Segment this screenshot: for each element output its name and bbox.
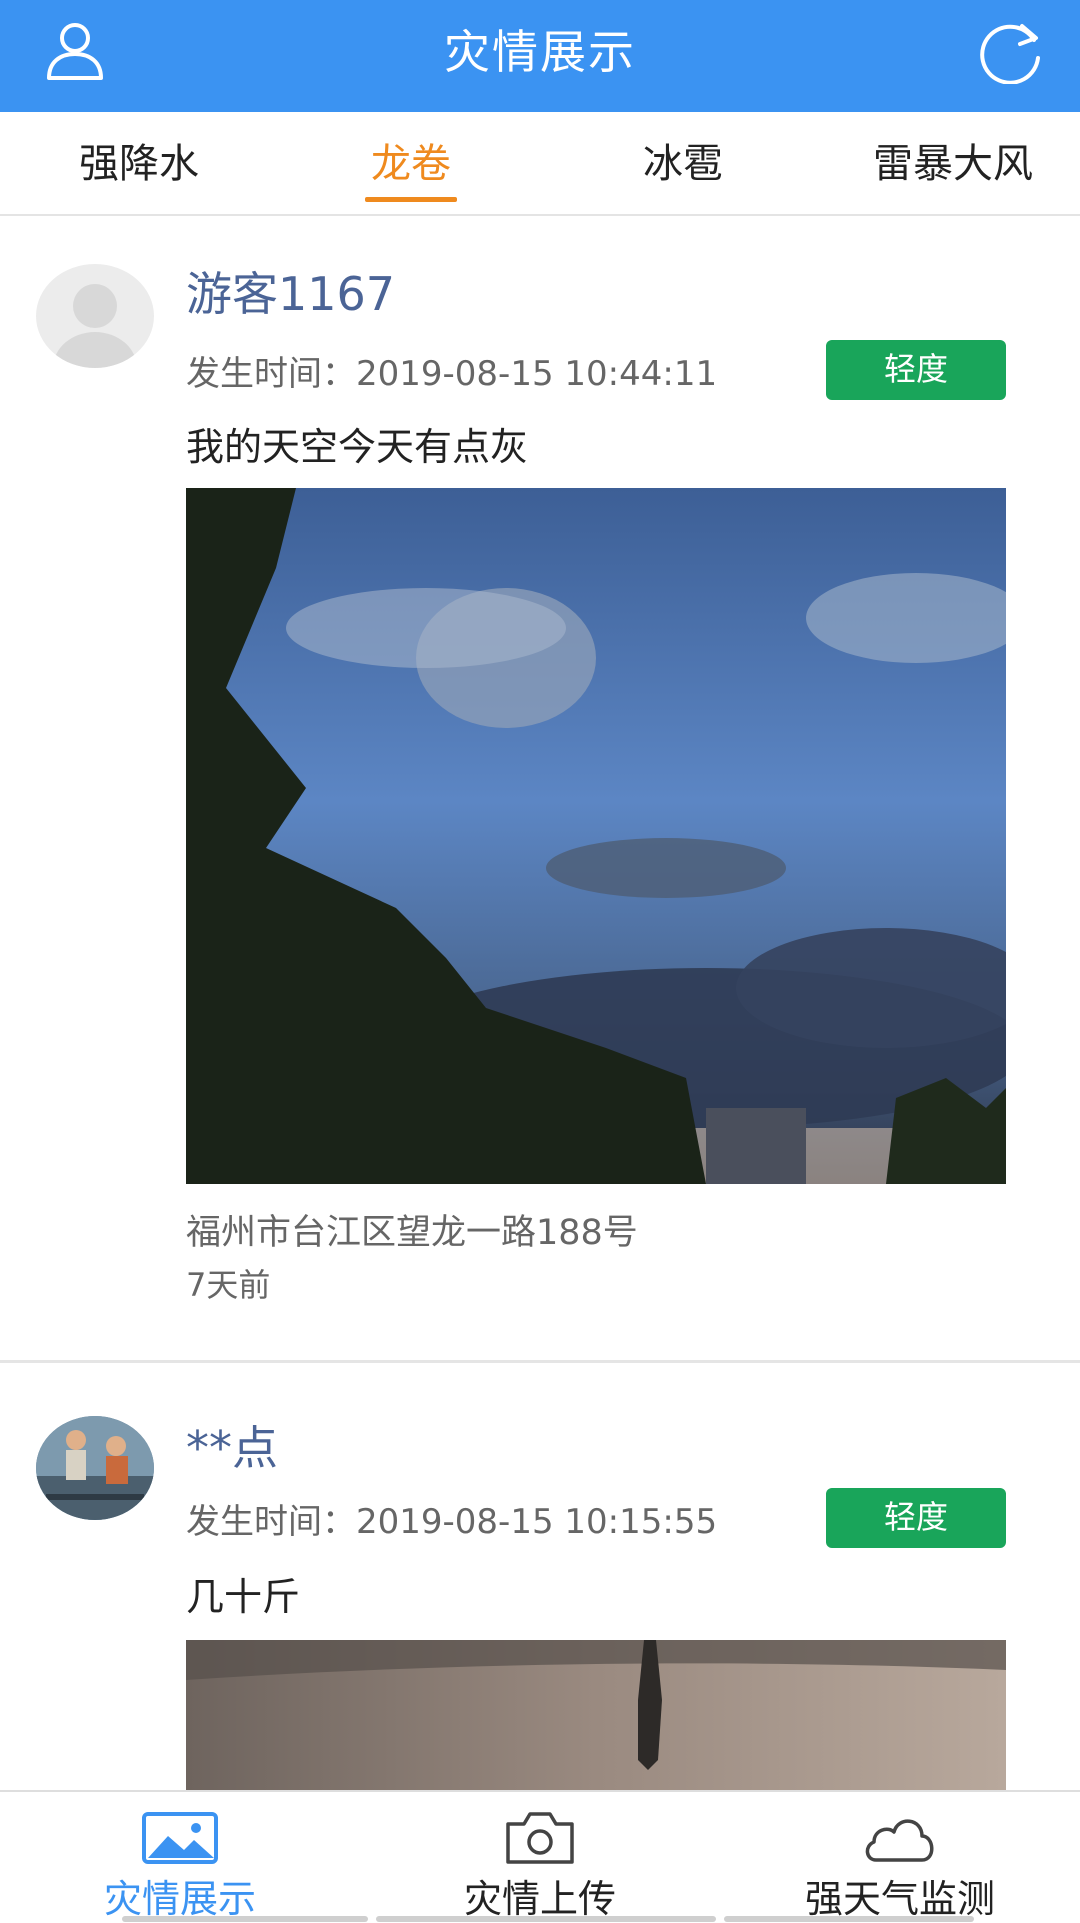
avatar[interactable]: [36, 264, 154, 368]
tab-heavy-rain[interactable]: 强降水: [4, 114, 274, 214]
tab-hail[interactable]: 冰雹: [548, 114, 818, 214]
refresh-icon[interactable]: [976, 18, 1044, 84]
nav-label: 灾情展示: [103, 1877, 256, 1921]
severity-badge: 轻度: [826, 1488, 1006, 1548]
post-content: 我的天空今天有点灰: [186, 425, 529, 469]
username[interactable]: **点: [186, 1412, 278, 1478]
severity-badge: 轻度: [826, 340, 1006, 400]
picture-icon: [142, 1812, 218, 1864]
tab-tornado[interactable]: 龙卷: [276, 114, 546, 214]
default-avatar-icon: [53, 284, 137, 368]
sky-photo: [186, 488, 1006, 1184]
post-divider: [0, 1360, 1080, 1363]
username[interactable]: 游客1167: [186, 258, 395, 324]
camera-icon: [506, 1812, 574, 1864]
bottom-navigation: 灾情展示 灾情上传 强天气监测: [0, 1790, 1080, 1922]
relative-time: 7天前: [186, 1266, 271, 1304]
app-header: 灾情展示: [0, 0, 1080, 112]
tab-label: 强降水: [79, 141, 199, 187]
post-photo[interactable]: [186, 1640, 1006, 1790]
nav-severe-weather-monitor[interactable]: 强天气监测: [720, 1792, 1080, 1922]
location-address: 福州市台江区望龙一路188号: [186, 1213, 638, 1253]
tab-label: 冰雹: [643, 141, 723, 187]
occurrence-time: 发生时间：2019-08-15 10:44:11: [186, 354, 718, 394]
tab-label: 雷暴大风: [873, 141, 1033, 187]
category-tabs: 强降水 龙卷 冰雹 雷暴大风: [0, 114, 1080, 216]
tab-thunderstorm-wind[interactable]: 雷暴大风: [818, 114, 1080, 214]
nav-label: 强天气监测: [804, 1877, 995, 1921]
occurrence-time: 发生时间：2019-08-15 10:15:55: [186, 1502, 718, 1542]
cloud-icon: [865, 1819, 934, 1862]
nav-label: 灾情上传: [463, 1877, 616, 1921]
tornado-photo: [186, 1640, 1006, 1790]
post-card: 游客1167 发生时间：2019-08-15 10:44:11 轻度 我的天空今…: [0, 216, 1080, 1362]
post-content: 几十斤: [186, 1575, 301, 1619]
page-title: 灾情展示: [444, 25, 636, 79]
user-avatar-image: [36, 1416, 154, 1520]
tab-label: 龙卷: [371, 141, 451, 187]
active-tab-indicator: [365, 197, 457, 202]
avatar[interactable]: [36, 1416, 154, 1520]
nav-disaster-display[interactable]: 灾情展示: [0, 1792, 360, 1922]
post-photo[interactable]: [186, 488, 1006, 1184]
nav-disaster-upload[interactable]: 灾情上传: [360, 1792, 720, 1922]
post-card: **点 发生时间：2019-08-15 10:15:55 轻度 几十斤: [0, 1364, 1080, 1790]
scroll-indicator: [0, 1916, 1080, 1922]
